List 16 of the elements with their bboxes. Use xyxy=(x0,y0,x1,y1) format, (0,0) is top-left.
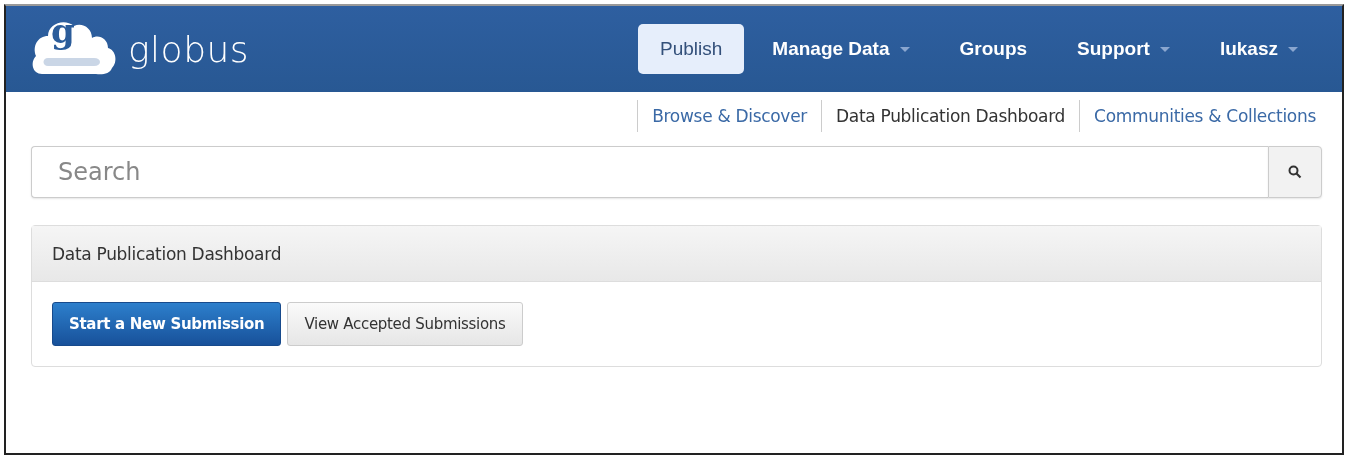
panel-header: Data Publication Dashboard xyxy=(32,226,1321,282)
nav-tab[interactable]: lukasz xyxy=(1197,24,1320,74)
nav-tab[interactable]: Support xyxy=(1055,24,1192,74)
nav-tab[interactable]: Groups xyxy=(937,24,1050,74)
search-button[interactable] xyxy=(1268,146,1322,198)
search-icon xyxy=(1288,165,1302,179)
start-submission-button[interactable]: Start a New Submission xyxy=(52,302,282,346)
sub-nav-link[interactable]: Data Publication Dashboard xyxy=(821,100,1080,132)
search-field[interactable]: Search xyxy=(31,146,1268,198)
nav-tab[interactable]: Manage Data xyxy=(750,24,932,74)
nav-tab[interactable]: Publish xyxy=(638,24,745,74)
sub-nav-link[interactable]: Communities & Collections xyxy=(1079,100,1330,132)
logo-mark: g xyxy=(51,14,75,48)
view-submissions-button[interactable]: View Accepted Submissions xyxy=(287,302,523,346)
sub-nav-link[interactable]: Browse & Discover xyxy=(637,100,821,132)
logo-text: globus xyxy=(128,28,250,70)
